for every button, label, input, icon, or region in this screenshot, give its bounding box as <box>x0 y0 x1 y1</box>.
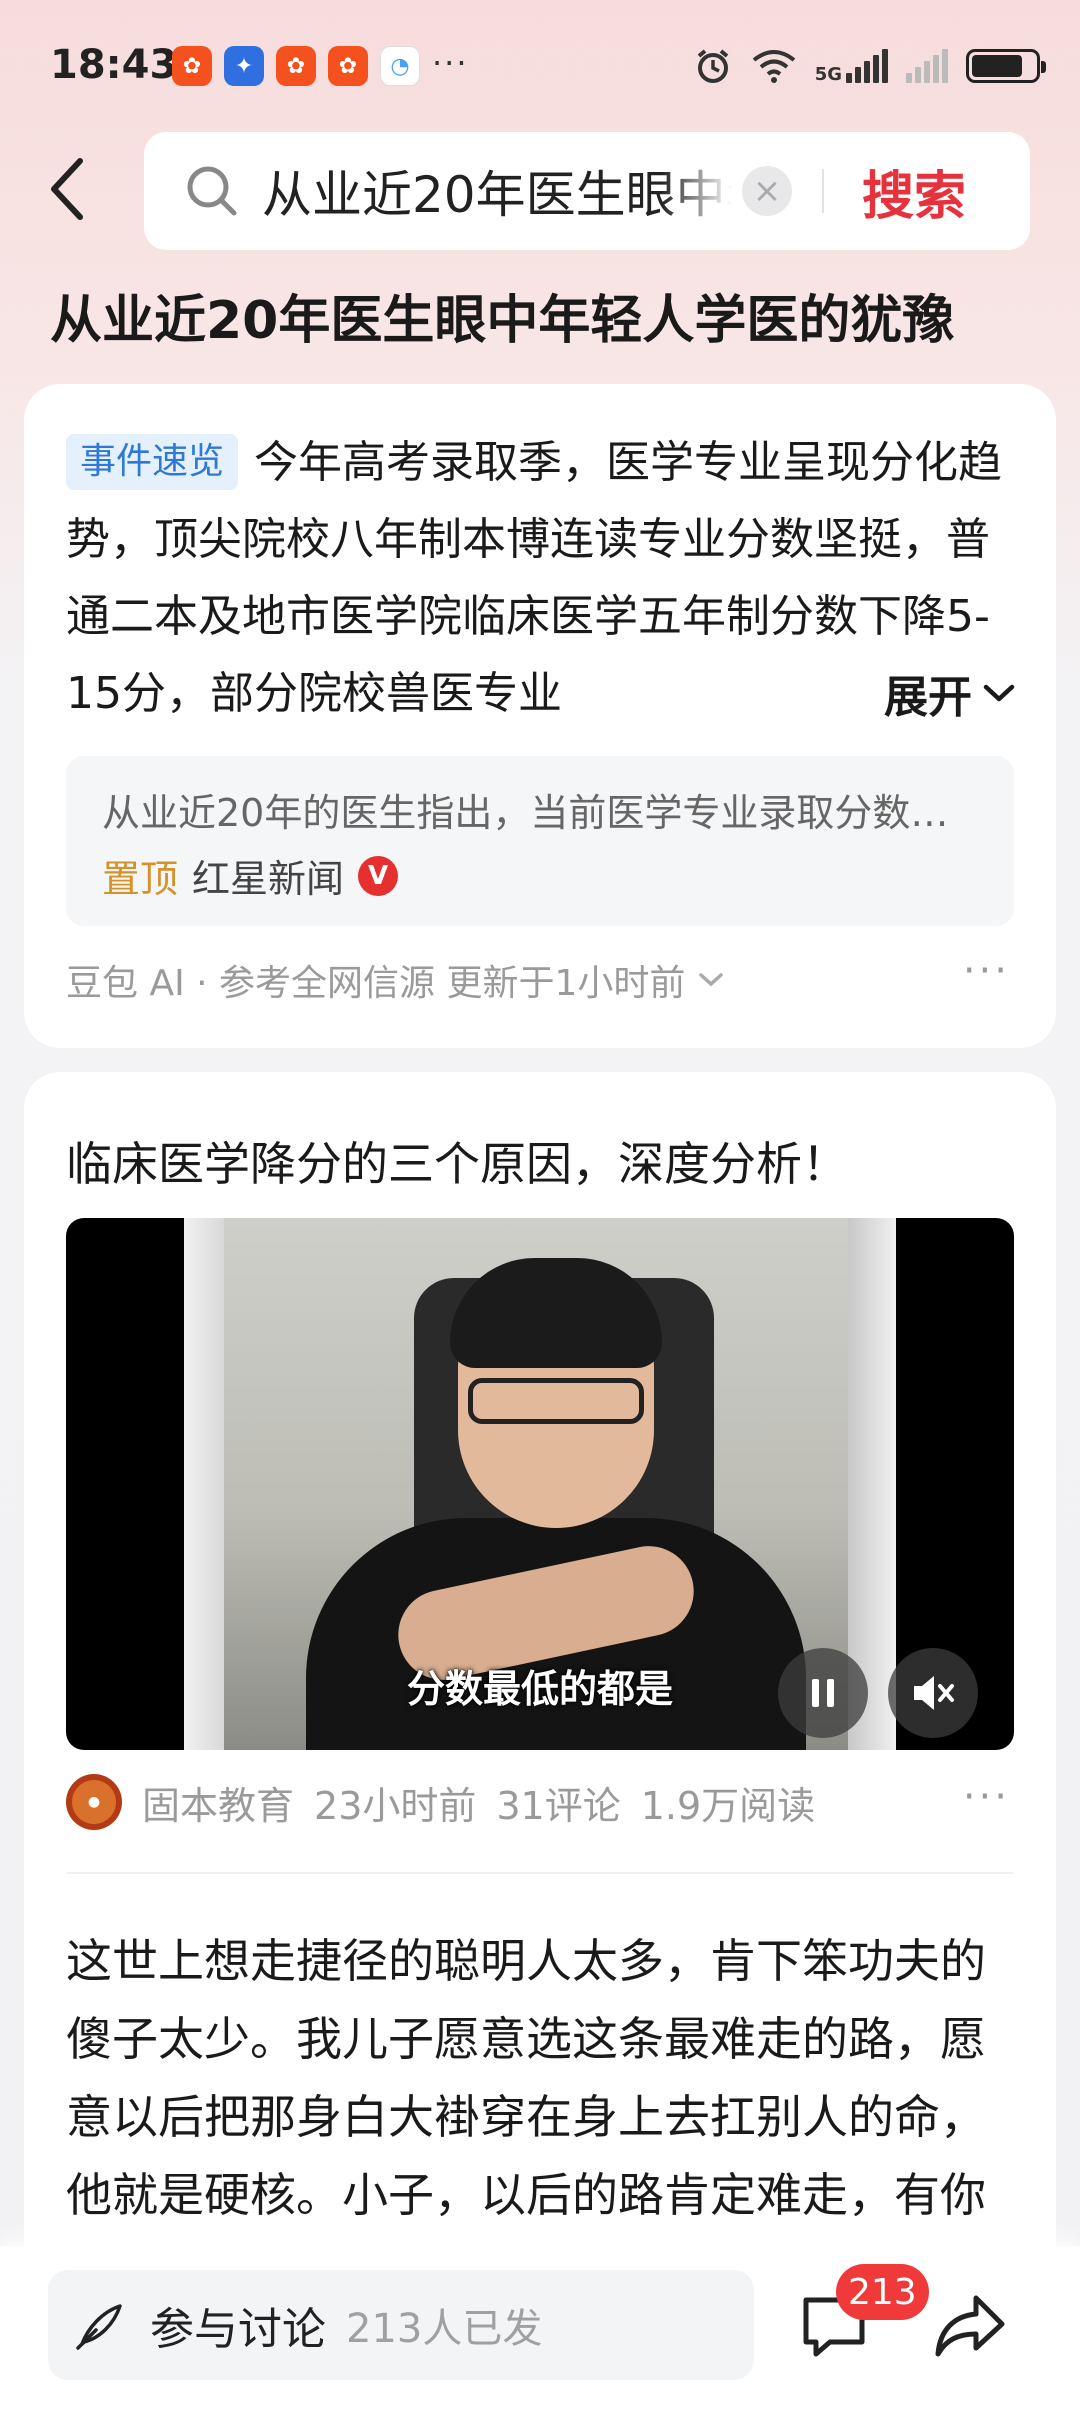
post-time: 23小时前 <box>314 1783 477 1828</box>
video-post-title[interactable]: 临床医学降分的三个原因，深度分析！ <box>66 1128 848 1194</box>
expand-button[interactable]: 展开 <box>784 654 1016 731</box>
join-discussion-input[interactable]: 参与讨论 213人已发 <box>48 2270 754 2380</box>
video-player[interactable]: 分数最低的都是 <box>66 1218 1014 1750</box>
search-input[interactable]: 从业近20年医生眼中年轻人学医的犹豫 <box>262 155 732 227</box>
join-discussion-label: 参与讨论 <box>150 2304 326 2355</box>
status-time: 18:43 <box>50 42 178 88</box>
page-title: 从业近20年医生眼中年轻人学医的犹豫 <box>50 291 955 351</box>
wifi-icon <box>752 50 795 83</box>
battery-icon <box>966 49 1046 83</box>
pause-icon <box>812 1679 834 1707</box>
pinned-tag: 置顶 <box>102 857 179 901</box>
alarm-icon <box>697 49 728 83</box>
verified-badge-icon: V <box>358 855 399 896</box>
status-bar: 18:43 ✿ ✦ ✿ ✿ ◔ ··· 5G <box>0 0 1080 130</box>
chevron-down-icon <box>983 684 1015 701</box>
pause-button[interactable] <box>778 1648 868 1738</box>
muted-speaker-icon <box>914 1676 954 1710</box>
more-options-icon[interactable]: ··· <box>963 948 1010 994</box>
event-overview-tag: 事件速览 <box>66 434 239 490</box>
notification-app-icon: ✦ <box>224 46 264 86</box>
chevron-down-icon <box>699 973 724 987</box>
author-name[interactable]: 固本教育 <box>142 1775 294 1830</box>
mute-button[interactable] <box>888 1648 978 1738</box>
signal-strength-icon <box>846 49 888 83</box>
network-type-label: 5G <box>814 64 842 85</box>
video-subtitle: 分数最低的都是 <box>406 1667 673 1711</box>
more-options-icon[interactable]: ··· <box>963 1774 1010 1820</box>
status-indicators: 5G <box>693 44 1046 88</box>
source-meta: 置顶 红星新闻 V <box>102 848 399 903</box>
ai-footer-text: 豆包 AI · 参考全网信源 更新于1小时前 <box>66 963 686 1004</box>
pen-icon <box>76 2304 122 2350</box>
clear-search-button[interactable]: × <box>742 166 792 216</box>
event-summary-card: 事件速览 今年高考录取季，医学专业呈现分化趋势，顶尖院校八年制本博连读专业分数坚挺… <box>24 384 1056 1048</box>
post-meta: ● 固本教育 23小时前 31评论 1.9万阅读 <box>66 1772 1014 1832</box>
expand-label: 展开 <box>884 671 972 723</box>
notification-app-icon: ◔ <box>380 46 420 86</box>
discussion-count: 213人已发 <box>346 2306 543 2352</box>
share-button[interactable] <box>930 2286 1010 2366</box>
ai-source-footer[interactable]: 豆包 AI · 参考全网信源 更新于1小时前 <box>66 954 725 1006</box>
search-icon <box>187 166 237 216</box>
search-bar[interactable]: 从业近20年医生眼中年轻人学医的犹豫 × 搜索 <box>144 132 1030 250</box>
source-article-text: 从业近20年的医生指出，当前医学专业录取分数线变化的背后原因 <box>102 791 982 835</box>
notification-app-icon: ✿ <box>328 46 368 86</box>
more-notifications-icon: ··· <box>432 44 469 82</box>
share-icon <box>935 2295 1005 2357</box>
video-post-card: 临床医学降分的三个原因，深度分析！ 分数最低的都是 ● 固本教育 23小时前 3 <box>24 1072 1056 2412</box>
read-count: 1.9万阅读 <box>640 1783 816 1828</box>
chevron-left-icon <box>51 158 83 220</box>
notification-app-icon: ✿ <box>172 46 212 86</box>
notification-app-icon: ✿ <box>276 46 316 86</box>
video-person-glasses <box>468 1378 644 1424</box>
source-article[interactable]: 从业近20年的医生指出，当前医学专业录取分数线变化的背后原因 置顶 红星新闻 V <box>66 756 1014 926</box>
divider <box>66 1872 1014 1874</box>
back-button[interactable] <box>46 154 96 224</box>
author-avatar[interactable]: ● <box>66 1774 122 1830</box>
divider <box>822 169 824 213</box>
media-name: 红星新闻 <box>192 857 345 901</box>
comment-count: 31评论 <box>496 1783 621 1828</box>
search-button[interactable]: 搜索 <box>862 154 966 229</box>
comment-count-badge: 213 <box>836 2264 929 2320</box>
bottom-action-bar: 参与讨论 213人已发 213 <box>0 2246 1080 2412</box>
signal-strength-secondary-icon <box>906 49 948 83</box>
close-icon: × <box>752 171 782 211</box>
